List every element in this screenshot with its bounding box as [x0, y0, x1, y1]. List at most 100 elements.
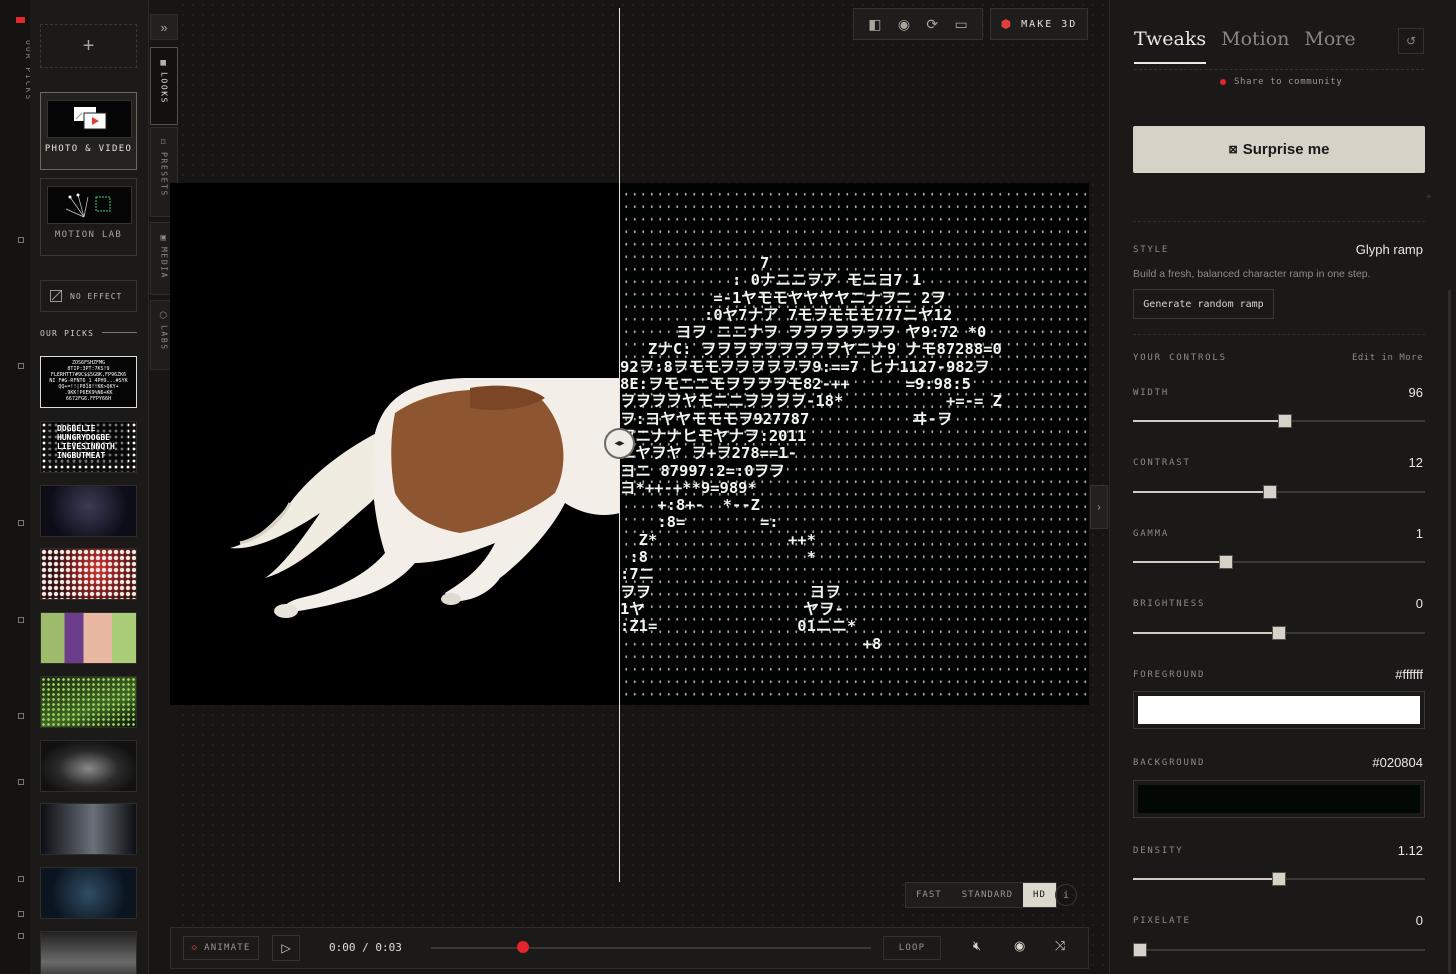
no-effect-label: NO EFFECT — [70, 291, 123, 301]
add-button[interactable]: + — [40, 24, 137, 68]
make-3d-label: MAKE 3D — [1021, 18, 1078, 30]
gamma-slider[interactable] — [1133, 555, 1425, 569]
quality-hd[interactable]: HD — [1023, 883, 1056, 907]
pick-particle-swirl[interactable] — [40, 740, 137, 792]
rail-marker[interactable] — [18, 779, 24, 785]
plus-icon: + — [1426, 192, 1432, 203]
category-photo-video[interactable]: PHOTO & VIDEO — [40, 92, 137, 170]
slider-knob[interactable] — [1277, 414, 1292, 428]
pick-typography-preview: DOGBELIE HUNGRYDOGBE LIEVESINNOTH INGBUTMEA… — [49, 422, 128, 462]
animate-label: ANIMATE — [204, 943, 251, 953]
rail-marker[interactable] — [18, 617, 24, 623]
pick-ascii-text[interactable]: ZOS6FSHZFMG 8TIP:3PT:7KS!9 FLERHTT7#9C$$5G… — [40, 356, 137, 408]
rail-marker[interactable] — [18, 237, 24, 243]
eye-icon[interactable]: ◉ — [1014, 938, 1025, 954]
rail-marker[interactable] — [18, 876, 24, 882]
slider-knob[interactable] — [1263, 485, 1278, 499]
slider-knob[interactable] — [1133, 943, 1147, 957]
chevron-right-icon[interactable]: › — [1090, 485, 1108, 529]
chevrons-right-icon[interactable]: » — [150, 14, 178, 40]
style-value[interactable]: Glyph ramp — [1356, 242, 1423, 257]
left-rail: OUR PICKS — [0, 0, 33, 974]
compare-handle-icon[interactable]: ◂▸ — [604, 428, 635, 459]
animate-button[interactable]: ◇ ANIMATE — [183, 936, 259, 960]
our-picks-header: OUR PICKS — [40, 329, 137, 338]
tab-more[interactable]: More — [1304, 28, 1355, 64]
pixelate-label: PIXELATE — [1133, 916, 1191, 926]
surprise-me-button[interactable]: ⊠ Surprise me — [1133, 126, 1425, 173]
tab-tweaks[interactable]: Tweaks — [1134, 28, 1207, 64]
slider-knob[interactable] — [1272, 626, 1286, 640]
pick-red-halftone[interactable] — [40, 548, 137, 600]
pick-typography[interactable]: DOGBELIE HUNGRYDOGBE LIEVESINNOTH INGBUTMEA… — [40, 421, 137, 473]
play-icon[interactable]: ▷ — [272, 935, 300, 961]
diamond-icon: ◇ — [191, 943, 199, 953]
slider-knob[interactable] — [1272, 872, 1286, 886]
pick-ascii-preview: ZOS6FSHZFMG 8TIP:3PT:7KS!9 FLERHTT7#9C$$5G… — [49, 360, 128, 402]
background-color-swatch[interactable] — [1133, 780, 1425, 818]
library-panel: + PHOTO & VIDEO MOTION LAB NO EFFECT OUR… — [30, 0, 149, 974]
pick-blue-particles[interactable] — [40, 867, 137, 919]
slider-label: BRIGHTNESS — [1133, 599, 1206, 609]
controls-caption: YOUR CONTROLS — [1133, 353, 1227, 363]
pick-runner[interactable] — [40, 803, 137, 855]
refresh-icon[interactable]: ⟳ — [926, 16, 938, 33]
tab-looks[interactable]: ▦ LOOKS — [150, 47, 178, 125]
pick-dots-dark[interactable] — [40, 485, 137, 537]
share-link[interactable]: Share to community — [1220, 77, 1342, 87]
tab-motion[interactable]: Motion — [1221, 28, 1289, 64]
slider-label: CONTRAST — [1133, 458, 1191, 468]
pixelate-slider[interactable] — [1133, 943, 1425, 957]
tab-label: LABS — [159, 325, 169, 351]
pick-green-dots[interactable] — [40, 676, 137, 728]
quality-standard[interactable]: STANDARD — [952, 883, 1023, 907]
reset-icon[interactable]: ↺ — [1398, 28, 1424, 54]
quality-selector: FAST STANDARD HD — [905, 882, 1057, 908]
edit-in-more-link[interactable]: Edit in More — [1352, 353, 1423, 363]
rail-marker[interactable] — [18, 933, 24, 939]
surprise-label: Surprise me — [1242, 141, 1330, 158]
loop-button[interactable]: LOOP — [883, 936, 941, 960]
pick-dinosaur[interactable] — [40, 931, 137, 974]
photo-video-thumbnail — [47, 100, 132, 138]
camera-icon[interactable]: ▭ — [955, 16, 968, 33]
tab-label: MEDIA — [159, 247, 169, 280]
generate-ramp-button[interactable]: Generate random ramp — [1133, 289, 1274, 319]
shuffle-icon[interactable]: ⤨ — [1055, 938, 1065, 954]
category-motion-lab[interactable]: MOTION LAB — [40, 178, 137, 256]
no-effect-button[interactable]: NO EFFECT — [40, 280, 137, 312]
cube-icon: ⬡ — [159, 311, 169, 321]
cube-icon: ⬢ — [1000, 17, 1014, 31]
pick-color-blocks[interactable] — [40, 612, 137, 664]
contrast-slider[interactable] — [1133, 485, 1425, 499]
playback-bar: ◇ ANIMATE ▷ 0:00 / 0:03 LOOP 🔇︎ ◉ ⤨ — [170, 927, 1089, 969]
make-3d-button[interactable]: ⬢ MAKE 3D — [990, 8, 1088, 40]
scrub-track[interactable] — [431, 947, 871, 949]
foreground-color-swatch[interactable] — [1133, 691, 1425, 729]
foreground-label: FOREGROUND — [1133, 670, 1206, 680]
tab-label: PRESETS — [159, 152, 169, 197]
scrub-knob[interactable] — [517, 941, 530, 953]
info-button[interactable]: i — [1055, 884, 1077, 906]
rail-marker[interactable] — [18, 911, 24, 917]
width-slider[interactable] — [1133, 414, 1425, 428]
rail-marker[interactable] — [18, 520, 24, 526]
bookmark-icon: ⌑ — [160, 138, 168, 148]
brand-mark — [16, 17, 25, 23]
density-slider[interactable] — [1133, 872, 1425, 886]
panel-scrollbar[interactable] — [1448, 290, 1451, 974]
eye-icon[interactable]: ◉ — [898, 16, 910, 33]
slider-knob[interactable] — [1219, 555, 1234, 569]
brightness-slider[interactable] — [1133, 626, 1425, 640]
tweaks-panel: Tweaks Motion More ↺ Share to community … — [1109, 0, 1456, 974]
view-toolbar: ◧ ◉ ⟳ ▭ — [853, 8, 983, 40]
rail-marker[interactable] — [18, 363, 24, 369]
quality-fast[interactable]: FAST — [906, 883, 952, 907]
slider-label: WIDTH — [1133, 388, 1170, 398]
rail-marker[interactable] — [18, 713, 24, 719]
split-view-icon[interactable]: ◧ — [868, 16, 881, 33]
timecode: 0:00 / 0:03 — [329, 941, 402, 954]
mute-icon[interactable]: 🔇︎ — [973, 938, 981, 954]
grid-icon: ▦ — [160, 58, 168, 68]
style-caption: STYLE — [1133, 245, 1170, 255]
